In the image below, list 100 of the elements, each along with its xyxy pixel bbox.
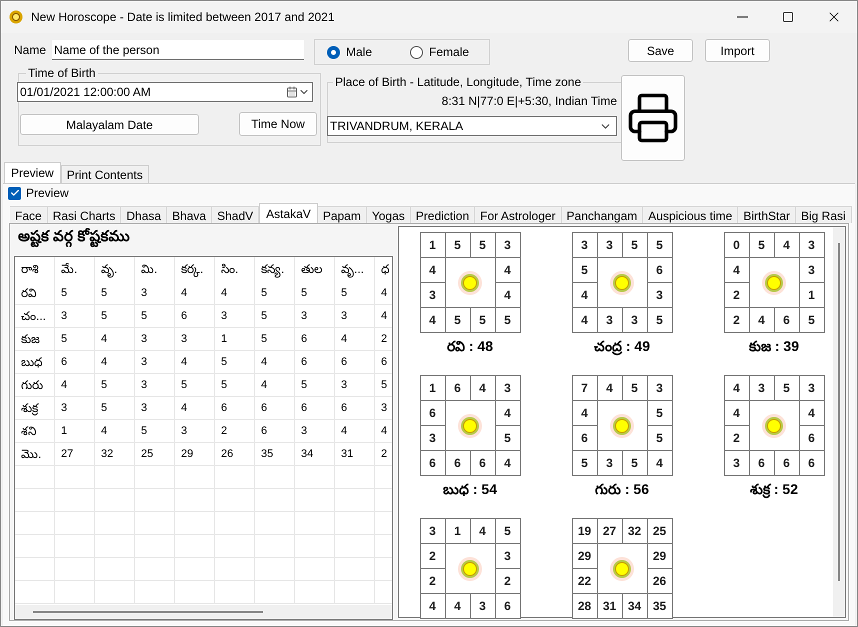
- radio-button[interactable]: [327, 46, 340, 58]
- print-button[interactable]: [621, 75, 685, 161]
- table-cell-text: 31: [341, 446, 354, 462]
- table-cell-text: 3: [181, 332, 188, 347]
- table-cell-text: 3: [61, 400, 68, 416]
- chart-cell: 3: [648, 283, 672, 308]
- name-field[interactable]: Name of the person: [52, 40, 304, 60]
- chart-cell: 3: [800, 258, 824, 283]
- tab[interactable]: AstakaV: [259, 203, 318, 223]
- chart-cell: 4: [750, 308, 774, 333]
- import-button[interactable]: Import: [705, 39, 770, 62]
- chart-cell: 3: [800, 233, 824, 258]
- time-now-button[interactable]: Time Now: [239, 112, 317, 136]
- chart-cell: 5: [648, 233, 672, 258]
- table-cell-text: 35: [261, 446, 274, 462]
- table-cell-text: 5: [381, 378, 388, 393]
- table-cell-text: 4: [261, 354, 268, 370]
- date-time-field[interactable]: 01/01/2021 12:00:00 AM: [17, 82, 313, 102]
- sun-icon: [609, 270, 635, 296]
- tab[interactable]: Print Contents: [60, 165, 149, 183]
- radio-button[interactable]: [410, 46, 424, 58]
- tab[interactable]: Dhasa: [121, 206, 168, 223]
- tab[interactable]: Preview: [4, 162, 61, 183]
- checkbox[interactable]: [8, 186, 21, 200]
- table-cell-text: 5: [221, 354, 228, 370]
- chart-cell: 3: [648, 376, 672, 401]
- horizontal-scrollbar[interactable]: [33, 611, 263, 613]
- chart-cell: 1: [446, 519, 470, 544]
- chart-cell: 5: [648, 308, 672, 333]
- checkbox-label: Preview: [26, 185, 69, 202]
- tab[interactable]: ShadV: [212, 206, 260, 223]
- table-cell-text: 1: [61, 424, 68, 439]
- chart-cell: 29: [572, 544, 598, 569]
- tab[interactable]: Rasi Charts: [48, 206, 122, 223]
- chart-cell: 4: [724, 401, 750, 426]
- chart-cell: 4: [470, 519, 496, 544]
- table-cell-text: 6: [381, 354, 388, 370]
- group-label: Time of Birth: [27, 65, 97, 82]
- table-cell-text: 5: [101, 378, 108, 393]
- chart-caption: బుధ : 54: [442, 480, 497, 499]
- table-cell-text: 4: [181, 354, 188, 370]
- tab[interactable]: For Astrologer: [475, 206, 562, 223]
- place-dropdown[interactable]: TRIVANDRUM, KERALA: [327, 116, 617, 136]
- tab[interactable]: BirthStar: [738, 206, 796, 223]
- chart-cell: 2: [724, 308, 750, 333]
- chart-cell: 6: [800, 451, 824, 476]
- chart-cell: 4: [572, 308, 598, 333]
- tab[interactable]: Yogas: [366, 206, 411, 223]
- chart-cell: 19: [572, 519, 598, 544]
- tab[interactable]: Face: [10, 206, 48, 223]
- chart-cell: 3: [598, 233, 622, 258]
- chart-cell: 6: [446, 451, 470, 476]
- section-title: అష్టక వర్గ కోష్టకము: [18, 226, 394, 256]
- chart-cell: 4: [774, 233, 800, 258]
- malayalam-date-button[interactable]: Malayalam Date: [20, 114, 199, 135]
- table-cell-text: 3: [381, 400, 388, 416]
- chart-cell: 3: [496, 376, 520, 401]
- chart-cell: 4: [446, 594, 470, 619]
- chart-cell: 25: [648, 519, 672, 544]
- table-cell-text: 2: [221, 424, 228, 439]
- calendar-icon[interactable]: [286, 86, 298, 98]
- tab[interactable]: Auspicious time: [643, 206, 738, 223]
- table-cell-text: 4: [101, 424, 108, 439]
- table-cell-text: 3: [301, 308, 308, 324]
- table-cell-text: 3: [221, 308, 228, 324]
- tab[interactable]: Bhava: [167, 206, 212, 223]
- chart-cell: 3: [750, 376, 774, 401]
- save-button[interactable]: Save: [628, 39, 693, 62]
- chart-cell: 6: [420, 451, 446, 476]
- tab[interactable]: Papam: [318, 206, 367, 223]
- chart-cell: 5: [470, 308, 496, 333]
- tab[interactable]: Prediction: [410, 206, 476, 223]
- table-cell-text: 6: [261, 400, 268, 416]
- table-cell-text: 5: [341, 286, 348, 301]
- chart-cell: 4: [470, 376, 496, 401]
- table-cell-text: 4: [101, 354, 108, 370]
- chart-cell: 5: [496, 308, 520, 333]
- tab[interactable]: Big Rasi: [796, 206, 852, 223]
- tab[interactable]: Panchangam: [562, 206, 644, 223]
- column-header: సిం.: [221, 261, 238, 278]
- vertical-scrollbar[interactable]: [838, 243, 840, 581]
- group-label: Place of Birth - Latitude, Longitude, Time zone: [334, 74, 582, 91]
- chart-cell: 4: [800, 401, 824, 426]
- table-cell-text: 6: [341, 354, 348, 370]
- table-cell-text: 5: [261, 286, 268, 301]
- chart-cell: 5: [496, 519, 520, 544]
- chart-cell: 2: [420, 569, 446, 594]
- column-header: మే.: [61, 261, 78, 278]
- table-cell-text: 34: [301, 446, 314, 462]
- table-cell-text: 5: [301, 286, 308, 301]
- table-cell-text: 5: [61, 286, 68, 301]
- chart-cell: 3: [496, 233, 520, 258]
- chart-cell: 4: [572, 401, 598, 426]
- chart-cell: 5: [470, 233, 496, 258]
- row-header: రవి: [21, 284, 37, 302]
- column-header: వృ.: [101, 261, 118, 278]
- chart-cell: 5: [572, 258, 598, 283]
- table-cell-text: 1: [221, 332, 228, 347]
- column-header: వృ...: [341, 261, 364, 278]
- table-cell-text: 5: [141, 424, 148, 439]
